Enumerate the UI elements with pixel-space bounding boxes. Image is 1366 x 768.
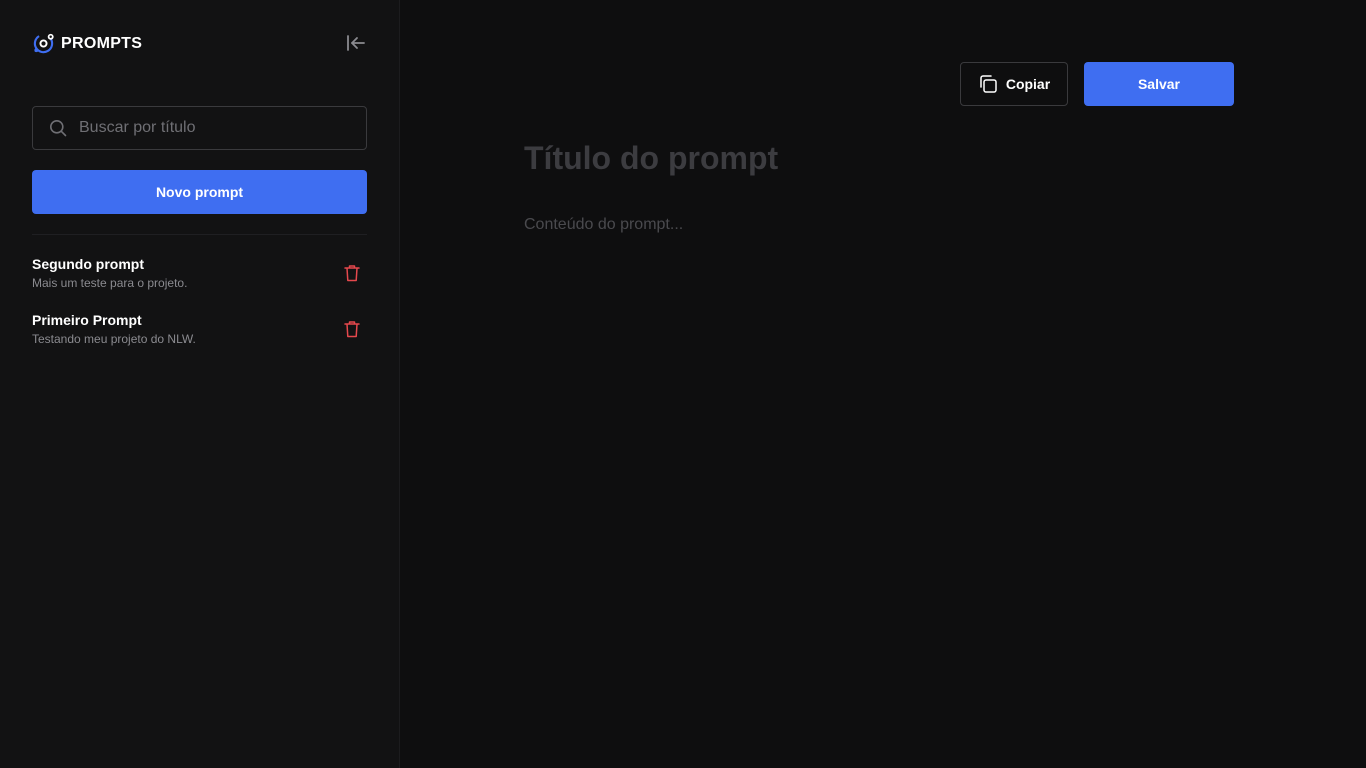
search-icon (50, 120, 67, 137)
orbit-logo-icon (33, 33, 54, 54)
brand-name: PROMPTS (61, 34, 143, 52)
brand: PROMPTS (32, 32, 142, 55)
prompt-description: Testando meu projeto do NLW. (32, 332, 196, 346)
trash-icon (344, 321, 360, 338)
copy-icon (980, 75, 997, 93)
divider (32, 234, 367, 235)
new-prompt-button[interactable]: Novo prompt (32, 170, 367, 214)
prompt-description: Mais um teste para o projeto. (32, 276, 188, 290)
prompt-title: Segundo prompt (32, 256, 144, 272)
search-box[interactable] (32, 106, 367, 150)
prompt-content-textarea[interactable] (524, 214, 1224, 614)
trash-icon (344, 265, 360, 282)
save-button[interactable]: Salvar (1084, 62, 1234, 106)
search-input[interactable] (79, 119, 329, 137)
editor-panel: Copiar Salvar (400, 0, 1366, 768)
copy-button-label: Copiar (1005, 76, 1051, 92)
prompt-list: Segundo prompt Mais um teste para o proj… (32, 254, 367, 366)
copy-button[interactable]: Copiar (960, 62, 1068, 106)
prompt-title-input[interactable] (524, 134, 1224, 182)
delete-prompt-button[interactable] (343, 319, 361, 339)
sidebar: PROMPTS Novo prompt Segundo prompt Mais … (0, 0, 400, 768)
prompt-title: Primeiro Prompt (32, 312, 142, 328)
list-item[interactable]: Primeiro Prompt Testando meu projeto do … (32, 310, 367, 366)
list-item[interactable]: Segundo prompt Mais um teste para o proj… (32, 254, 367, 310)
delete-prompt-button[interactable] (343, 263, 361, 283)
collapse-left-icon (347, 35, 365, 51)
app-root: PROMPTS Novo prompt Segundo prompt Mais … (0, 0, 1366, 768)
collapse-sidebar-button[interactable] (345, 32, 367, 54)
